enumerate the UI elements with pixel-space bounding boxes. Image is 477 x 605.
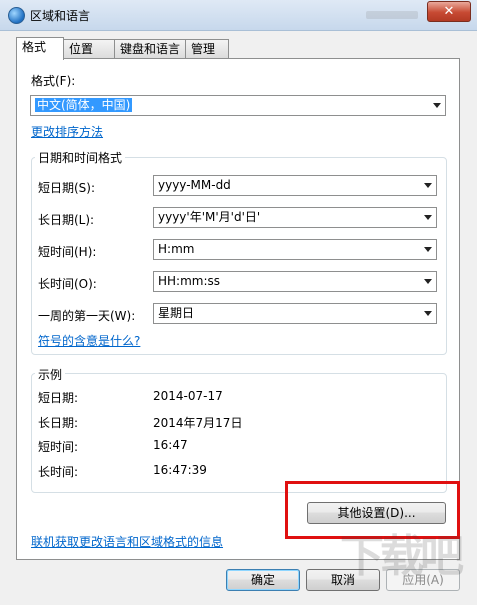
chevron-down-icon (424, 183, 432, 188)
online-info-link[interactable]: 联机获取更改语言和区域格式的信息 (31, 533, 223, 550)
tab-format[interactable]: 格式 (16, 37, 64, 60)
short-date-value: yyyy-MM-dd (158, 178, 231, 192)
examples-group-title: 示例 (35, 366, 66, 383)
example-long-date-value: 2014年7月17日 (153, 416, 243, 430)
long-time-label: 长时间(O): (38, 277, 97, 291)
datetime-group-title: 日期和时间格式 (35, 149, 126, 166)
long-date-label: 长日期(L): (38, 213, 95, 227)
chevron-down-icon (424, 279, 432, 284)
short-time-label: 短时间(H): (38, 245, 97, 259)
first-day-label: 一周的第一天(W): (38, 309, 136, 323)
long-date-value: yyyy'年'M'月'd'日' (158, 210, 261, 224)
format-value: 中文(简体，中国) (35, 98, 133, 112)
tab-administrative[interactable]: 管理 (185, 39, 229, 58)
globe-icon (8, 7, 25, 24)
format-dropdown[interactable]: 中文(简体，中国) (30, 95, 446, 116)
long-time-dropdown[interactable]: HH:mm:ss (153, 271, 437, 292)
tab-keyboards-languages[interactable]: 键盘和语言 (114, 39, 186, 58)
title-bar: 区域和语言 ✕ (0, 0, 477, 31)
ok-button[interactable]: 确定 (226, 569, 300, 591)
tab-location[interactable]: 位置 (63, 39, 115, 58)
chevron-down-icon (424, 247, 432, 252)
example-long-time-value: 16:47:39 (153, 463, 207, 477)
long-time-value: HH:mm:ss (158, 274, 221, 288)
example-short-date-label: 短日期: (38, 391, 79, 405)
example-short-time-value: 16:47 (153, 438, 188, 452)
examples-group (31, 373, 447, 493)
example-long-date-label: 长日期: (38, 416, 79, 430)
example-long-time-label: 长时间: (38, 465, 79, 479)
background-window-title (366, 11, 418, 19)
short-date-dropdown[interactable]: yyyy-MM-dd (153, 175, 437, 196)
site-watermark: 下载吧 (340, 531, 464, 582)
close-button[interactable]: ✕ (427, 1, 471, 22)
symbol-meaning-link[interactable]: 符号的含意是什么? (38, 332, 140, 349)
first-day-dropdown[interactable]: 星期日 (153, 303, 437, 324)
first-day-value: 星期日 (158, 306, 195, 320)
chevron-down-icon (424, 215, 432, 220)
long-date-dropdown[interactable]: yyyy'年'M'月'd'日' (153, 207, 437, 228)
example-short-time-label: 短时间: (38, 440, 79, 454)
chevron-down-icon (433, 103, 441, 108)
window-title: 区域和语言 (30, 9, 91, 23)
change-sort-link[interactable]: 更改排序方法 (31, 123, 103, 140)
format-label: 格式(F): (31, 74, 76, 88)
chevron-down-icon (424, 311, 432, 316)
example-short-date-value: 2014-07-17 (153, 389, 223, 403)
short-time-dropdown[interactable]: H:mm (153, 239, 437, 260)
short-date-label: 短日期(S): (38, 181, 96, 195)
short-time-value: H:mm (158, 242, 195, 256)
